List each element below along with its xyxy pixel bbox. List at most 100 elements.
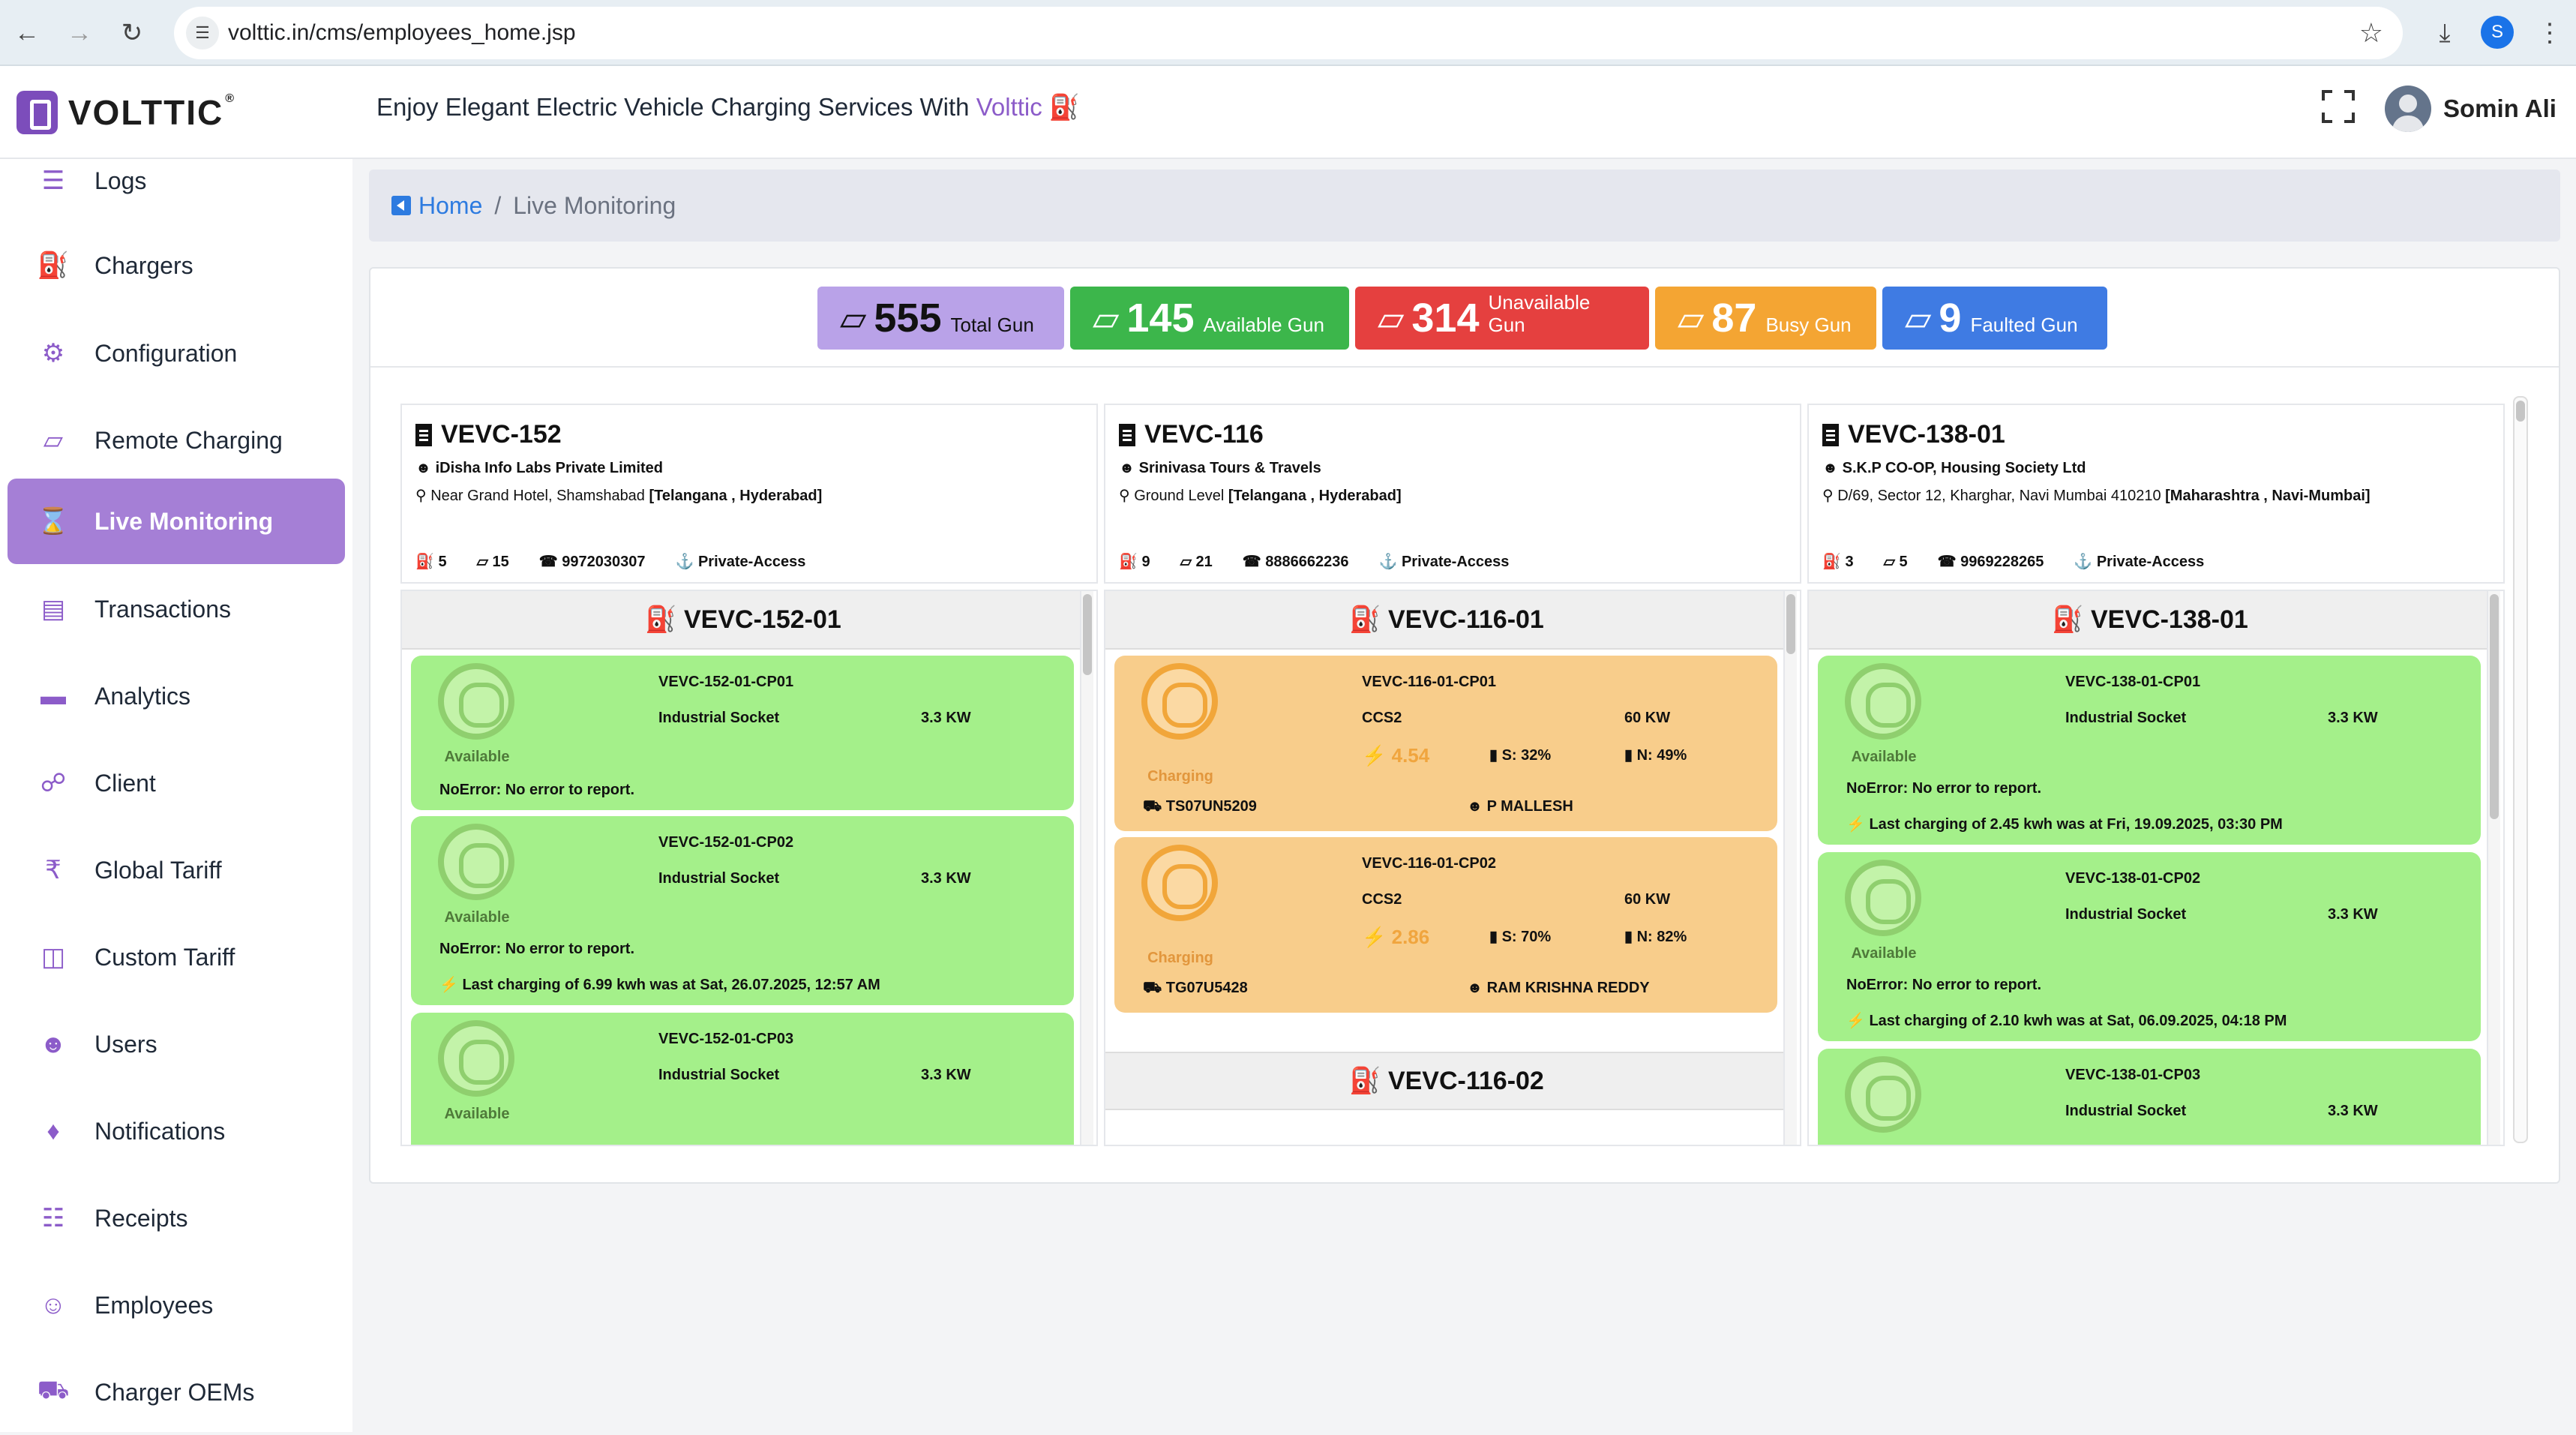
socket-icon <box>438 824 514 900</box>
sidebar-item-global-tariff[interactable]: ₹ Global Tariff <box>7 827 345 913</box>
connector-card[interactable]: Charging VEVC-116-01-CP02 CCS2 60 KW ⚡ 2… <box>1114 837 1777 1013</box>
station-card: VEVC-116 ☻ Srinivasa Tours & Travels ⚲ G… <box>1104 404 1801 1146</box>
breadcrumb-home-link[interactable]: Home <box>418 192 482 220</box>
connector-card[interactable]: Available VEVC-152-01-CP01 Industrial So… <box>411 656 1074 810</box>
gun-count: ⏥ 5 <box>1883 554 1908 570</box>
station-header: VEVC-152 ☻ iDisha Info Labs Private Limi… <box>400 404 1098 584</box>
stat-available-gun[interactable]: ⏥ 145 Available Gun <box>1070 287 1349 350</box>
stations-scrollbar[interactable] <box>2513 396 2528 1143</box>
volttic-logo[interactable]: VOLTTIC ® <box>16 83 235 143</box>
charger-block-title: ⛽ VEVC-138-01 <box>1809 591 2491 650</box>
employees-icon: ☺ <box>40 1290 67 1319</box>
sidebar: ☰ Logs ⛽ Chargers ⚙ Configuration ⏥ Remote C… <box>0 159 352 1432</box>
stat-faulted-gun[interactable]: ⏥ 9 Faulted Gun <box>1882 287 2107 350</box>
bolt-icon: ⚡ <box>1846 1013 1865 1029</box>
station-id[interactable]: VEVC-116 <box>1144 420 1264 449</box>
station-id[interactable]: VEVC-152 <box>441 420 562 449</box>
stat-busy-gun[interactable]: ⏥ 87 Busy Gun <box>1655 287 1876 350</box>
connector-card[interactable]: Available VEVC-152-01-CP03 Industrial So… <box>411 1013 1074 1145</box>
station-header: VEVC-138-01 ☻ S.K.P CO-OP, Housing Socie… <box>1807 404 2505 584</box>
charger-list: ⛽ VEVC-116-01 Charging VEVC-116-01-CP01 … <box>1104 590 1801 1146</box>
sidebar-item-notifications[interactable]: ♦ Notifications <box>7 1088 345 1174</box>
plug-icon: ⏥ <box>1905 299 1932 338</box>
site-info-icon[interactable]: ☰ <box>186 17 219 50</box>
gun-count: ⏥ 15 <box>476 554 509 570</box>
truck-icon: ⛟ <box>37 1376 70 1404</box>
charger-logo-icon <box>16 91 58 134</box>
connector-card[interactable]: Available VEVC-138-01-CP01 Industrial So… <box>1818 656 2481 845</box>
hourglass-icon: ⌛ <box>37 507 70 536</box>
phone: ☎ 9972030307 <box>538 554 646 570</box>
access-type: ⚓ Private-Access <box>2074 554 2205 570</box>
building-icon <box>1119 423 1135 446</box>
handshake-icon: ☍ <box>40 769 67 797</box>
breadcrumb-separator: / <box>494 191 502 219</box>
plug-icon: ⏥ <box>43 426 64 455</box>
scrollbar[interactable] <box>2487 591 2500 1145</box>
sidebar-item-users[interactable]: ☻ Users <box>7 1001 345 1087</box>
back-arrow-icon[interactable] <box>391 196 411 215</box>
logs-icon: ☰ <box>41 167 65 195</box>
access-type: ⚓ Private-Access <box>1378 554 1510 570</box>
charger-block-title: ⛽ VEVC-116-02 <box>1105 1052 1788 1110</box>
bolt-icon: ⚡ <box>1846 816 1865 833</box>
user-icon: ☻ <box>1467 980 1483 996</box>
sidebar-item-employees[interactable]: ☺ Employees <box>7 1262 345 1348</box>
reload-icon[interactable]: ↻ <box>109 11 154 56</box>
stat-total-gun[interactable]: ⏥ 555 Total Gun <box>817 287 1064 350</box>
stat-unavailable-gun[interactable]: ⏥ 314 Unavailable Gun <box>1355 287 1649 350</box>
sidebar-item-configuration[interactable]: ⚙ Configuration <box>7 311 345 396</box>
socket-icon <box>438 663 514 740</box>
charger-block-title: ⛽ VEVC-152-01 <box>402 591 1084 650</box>
address-bar[interactable]: ☰ volttic.in/cms/employees_home.jsp ☆ <box>174 7 2403 59</box>
fullscreen-icon[interactable] <box>2322 90 2355 123</box>
station-id[interactable]: VEVC-138-01 <box>1848 420 2005 449</box>
sidebar-item-analytics[interactable]: ▬ Analytics <box>7 653 345 739</box>
building-icon <box>1822 423 1839 446</box>
sidebar-item-remote-charging[interactable]: ⏥ Remote Charging <box>7 398 345 483</box>
browser-profile-avatar[interactable]: S <box>2481 16 2514 49</box>
sidebar-item-live-monitoring[interactable]: ⌛ Live Monitoring <box>7 479 345 564</box>
breadcrumb-current: Live Monitoring <box>513 191 676 219</box>
chart-icon: ▬ <box>40 681 66 710</box>
gears-icon: ⚙ <box>41 339 65 368</box>
plug-icon: ⏥ <box>1378 299 1405 338</box>
sidebar-item-charger-oems[interactable]: ⛟ Charger OEMs <box>7 1349 345 1435</box>
sidebar-item-client[interactable]: ☍ Client <box>7 740 345 826</box>
station-company: ☻ S.K.P CO-OP, Housing Society Ltd <box>1822 460 2086 476</box>
url-text[interactable]: volttic.in/cms/employees_home.jsp <box>228 7 576 59</box>
user-icon: ☻ <box>1467 798 1483 815</box>
browser-menu-icon[interactable]: ⋮ <box>2527 11 2572 56</box>
bolt-icon: ⚡ <box>1362 744 1387 767</box>
back-icon[interactable]: ← <box>4 11 49 56</box>
scrollbar[interactable] <box>1783 591 1797 1145</box>
charger-count: ⛽ 3 <box>1822 554 1854 570</box>
user-name[interactable]: Somin Ali <box>2443 95 2557 123</box>
sidebar-item-custom-tariff[interactable]: ◫ Custom Tariff <box>7 914 345 1000</box>
sidebar-item-receipts[interactable]: ☷ Receipts <box>7 1175 345 1261</box>
plug-icon: ⏥ <box>840 299 867 338</box>
bell-icon: ♦ <box>46 1116 60 1145</box>
scrollbar[interactable] <box>1080 591 1093 1145</box>
socket-icon <box>1845 860 1921 936</box>
header-tagline: Enjoy Elegant Electric Vehicle Charging … <box>376 93 1081 121</box>
sidebar-item-logs[interactable]: ☰ Logs <box>7 138 345 224</box>
charger-list: ⛽ VEVC-138-01 Available VEVC-138-01-CP01… <box>1807 590 2505 1146</box>
phone: ☎ 8886662236 <box>1242 554 1349 570</box>
live-monitoring-panel: ⏥ 555 Total Gun ⏥ 145 Available Gun ⏥ 31… <box>369 267 2560 1184</box>
battery-icon: ▮ <box>1624 747 1633 764</box>
connector-card[interactable]: Available VEVC-152-01-CP02 Industrial So… <box>411 816 1074 1005</box>
connector-card[interactable]: Charging VEVC-116-01-CP01 CCS2 60 KW ⚡ 4… <box>1114 656 1777 831</box>
connector-card[interactable] <box>1114 1145 1777 1146</box>
user-menu[interactable]: Somin Ali <box>2385 86 2557 132</box>
user-avatar[interactable] <box>2385 86 2431 132</box>
download-icon[interactable]: ⤓ <box>2422 11 2467 56</box>
rupee-icon: ₹ <box>45 856 61 884</box>
sidebar-item-chargers[interactable]: ⛽ Chargers <box>7 223 345 308</box>
gun-stats-bar: ⏥ 555 Total Gun ⏥ 145 Available Gun ⏥ 31… <box>817 287 2113 350</box>
connector-card[interactable]: VEVC-138-01-CP03 Industrial Socket 3.3 K… <box>1818 1049 2481 1145</box>
forward-icon[interactable]: → <box>57 11 102 56</box>
connector-card[interactable]: Available VEVC-138-01-CP02 Industrial So… <box>1818 852 2481 1041</box>
sidebar-item-transactions[interactable]: ▤ Transactions <box>7 566 345 652</box>
bookmark-star-icon[interactable]: ☆ <box>2359 7 2383 59</box>
